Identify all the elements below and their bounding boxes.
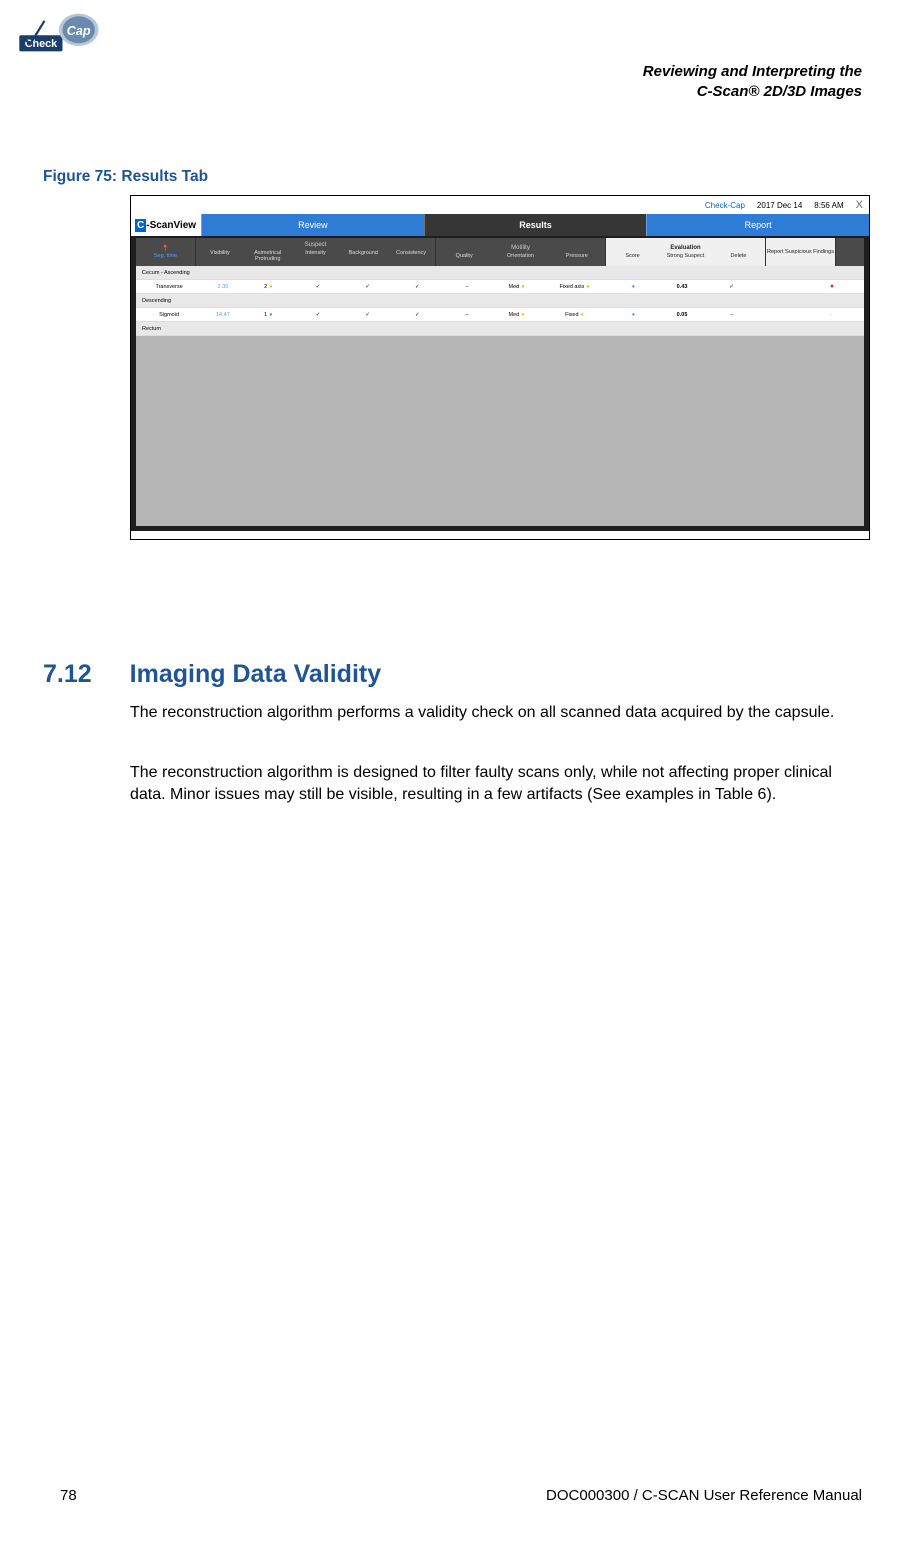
col-quality: Quality [436, 252, 492, 260]
column-groups: 📍Seg. time Suspect Visibility Asimetrica… [136, 238, 864, 266]
col-visibility: Visibility [196, 249, 244, 263]
app-logo: C-ScanView [131, 214, 201, 236]
group-suspect: Suspect [305, 242, 327, 248]
section-title: Imaging Data Validity [130, 660, 381, 689]
col-strong: Strong Suspect [659, 252, 712, 260]
col-asym: Asimetrical Protruding [244, 249, 292, 263]
section-heading: 7.12 Imaging Data Validity [43, 660, 381, 689]
section-cecum: Cecum - Ascending [136, 266, 864, 280]
col-background: Background [339, 249, 387, 263]
doc-id: DOC000300 / C-SCAN User Reference Manual [546, 1487, 862, 1504]
group-motility: Motility [511, 245, 530, 251]
tab-review[interactable]: Review [201, 214, 424, 236]
col-consistency: Consistency [387, 249, 435, 263]
section-rectum: Rectum [136, 322, 864, 336]
section-descending: Descending [136, 294, 864, 308]
report-radio[interactable]: ○ [798, 312, 864, 318]
page-header: Reviewing and Interpreting the C-Scan® 2… [643, 62, 862, 101]
col-pressure: Pressure [549, 252, 605, 260]
checkcap-logo: Check Cap [15, 10, 110, 55]
brand-label: Check-Cap [705, 201, 745, 210]
tab-results[interactable]: Results [424, 214, 647, 236]
group-evaluation: Evaluation [670, 245, 700, 251]
time-label: 8:56 AM [814, 201, 843, 210]
results-table: Cecum - Ascending Transverse 2.30 2 ✓ ✓ … [136, 266, 864, 526]
col-delete: Delete [712, 252, 765, 260]
col-intensity: Intensity [292, 249, 340, 263]
body-paragraph-2: The reconstruction algorithm is designed… [130, 762, 870, 805]
page-number: 78 [60, 1487, 77, 1504]
pin-icon: 📍 [162, 245, 169, 252]
report-radio[interactable] [798, 283, 864, 290]
section-number: 7.12 [43, 660, 92, 689]
col-score: Score [606, 252, 659, 260]
body-paragraph-1: The reconstruction algorithm performs a … [130, 702, 870, 724]
table-row[interactable]: Sigmoid 14.47 1 ✓ ✓ ✓ – Med Fixed 0.05 –… [136, 308, 864, 322]
header-line2: C-Scan® 2D/3D Images [643, 82, 862, 102]
app-titlebar: Check-Cap 2017 Dec 14 8:56 AM X [131, 196, 869, 214]
date-label: 2017 Dec 14 [757, 201, 802, 210]
col-segtime: Seg. time [154, 253, 177, 259]
page-footer: 78 DOC000300 / C-SCAN User Reference Man… [60, 1487, 862, 1504]
svg-text:Cap: Cap [67, 24, 91, 38]
group-report: Report Suspicious Findings [767, 249, 834, 255]
col-orientation: Orientation [492, 252, 548, 260]
tab-report[interactable]: Report [646, 214, 869, 236]
results-panel: 📍Seg. time Suspect Visibility Asimetrica… [131, 236, 869, 531]
main-tabs: C-ScanView Review Results Report [131, 214, 869, 236]
close-icon[interactable]: X [856, 199, 863, 211]
figure-caption: Figure 75: Results Tab [43, 168, 208, 186]
table-row[interactable]: Transverse 2.30 2 ✓ ✓ ✓ – Med Fixed axis… [136, 280, 864, 294]
header-line1: Reviewing and Interpreting the [643, 62, 862, 82]
results-tab-screenshot: Check-Cap 2017 Dec 14 8:56 AM X C-ScanVi… [130, 195, 870, 540]
